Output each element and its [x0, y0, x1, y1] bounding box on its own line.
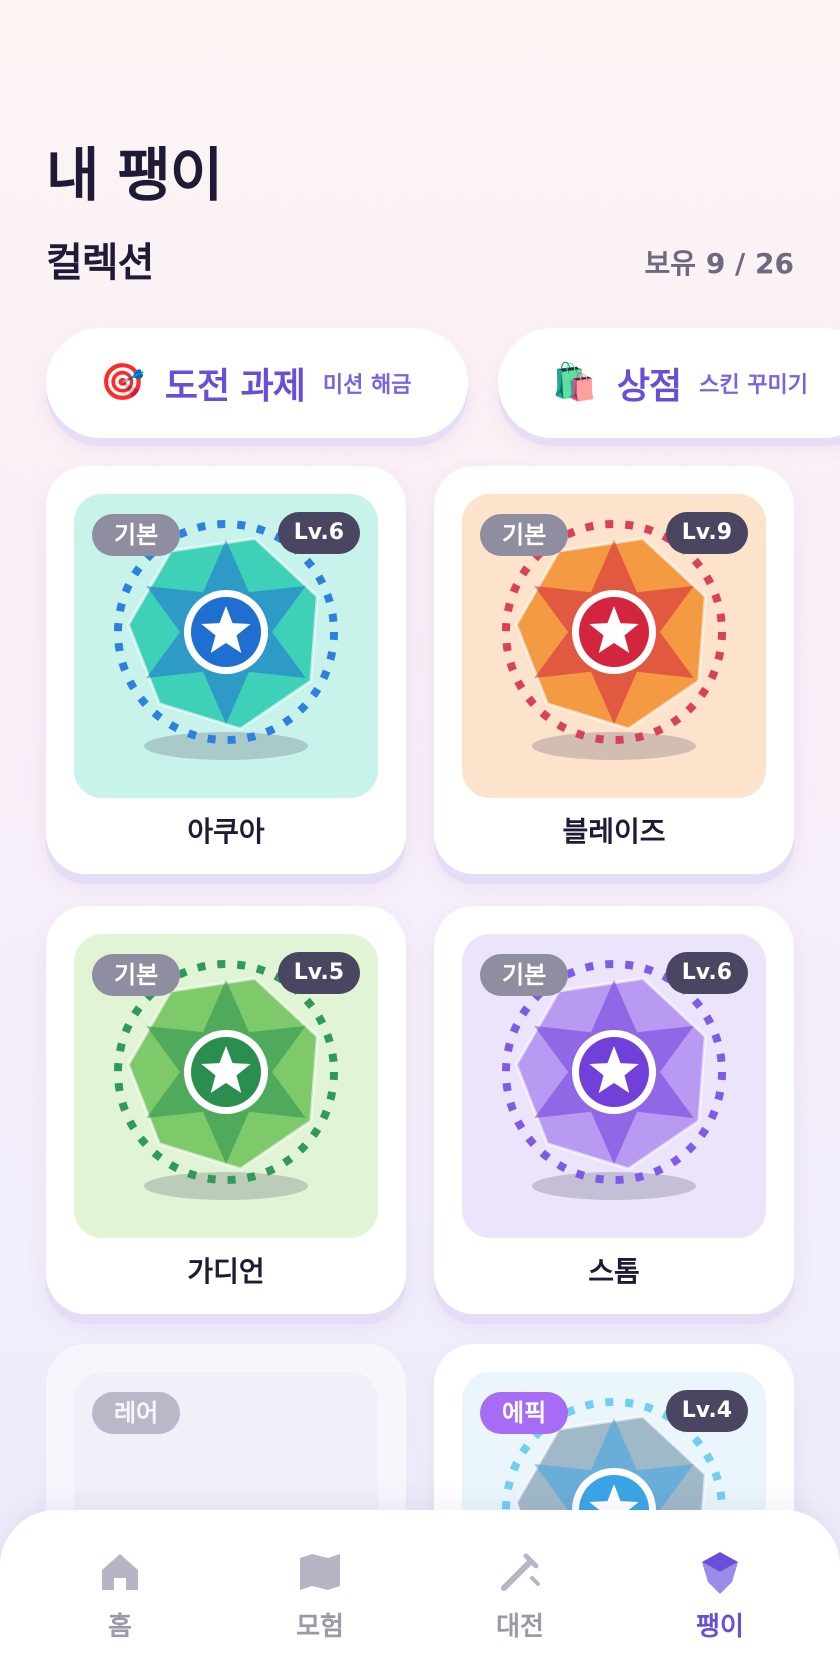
nav-home[interactable]: 홈 [60, 1548, 180, 1643]
owned-count: 보유 9 / 26 [644, 247, 794, 280]
level-badge: Lv.6 [665, 952, 748, 994]
level-badge: Lv.4 [665, 1390, 748, 1432]
nav-label: 모험 [296, 1612, 344, 1642]
nav-label: 홈 [108, 1612, 132, 1642]
shop-title: 상점 [616, 366, 682, 407]
grade-badge: 기본 [92, 954, 181, 996]
level-badge: Lv.6 [277, 512, 360, 554]
grade-badge: 기본 [92, 514, 181, 556]
grade-badge: 기본 [480, 514, 569, 556]
card-guardian[interactable]: 기본 Lv.5 가디언 [46, 906, 406, 1314]
collection-title: 컬렉션 [46, 240, 154, 286]
grade-badge: 에픽 [480, 1392, 569, 1434]
bottom-nav: 홈 모험 대전 팽이 [0, 1510, 840, 1680]
battle-icon [501, 1553, 540, 1591]
card-aqua[interactable]: 기본 Lv.6 아쿠아 [46, 466, 406, 874]
top-name: 가디언 [187, 1255, 265, 1288]
top-name: 블레이즈 [562, 815, 666, 848]
shopping-bags-icon: 🛍️ [552, 362, 597, 403]
nav-battle[interactable]: 대전 [460, 1548, 580, 1643]
card-storm[interactable]: 기본 Lv.6 스톰 [434, 906, 794, 1314]
nav-adventure[interactable]: 모험 [260, 1548, 380, 1643]
shadow [532, 1172, 696, 1200]
target-icon: 🎯 [100, 362, 145, 403]
challenge-title: 도전 과제 [164, 366, 306, 407]
map-icon [300, 1554, 340, 1590]
shadow [144, 732, 308, 760]
challenge-subtitle: 미션 해금 [322, 373, 412, 398]
card-blaze[interactable]: 기본 Lv.9 블레이즈 [434, 466, 794, 874]
level-badge: Lv.5 [277, 952, 360, 994]
challenge-button[interactable]: 🎯 도전 과제 미션 해금 [46, 328, 468, 438]
top-name: 아쿠아 [187, 815, 265, 848]
nav-label: 대전 [496, 1612, 544, 1642]
shop-button[interactable]: 🛍️ 상점 스킨 꾸미기 [498, 328, 840, 438]
nav-tops[interactable]: 팽이 [660, 1548, 780, 1643]
top-name: 스톰 [588, 1255, 640, 1288]
grade-badge: 레어 [92, 1392, 181, 1434]
nav-label: 팽이 [696, 1612, 744, 1642]
level-badge: Lv.9 [665, 512, 748, 554]
grade-badge: 기본 [480, 954, 569, 996]
shop-subtitle: 스킨 꾸미기 [699, 373, 808, 398]
shadow [144, 1172, 308, 1200]
shadow [532, 732, 696, 760]
top-icon [702, 1552, 738, 1594]
home-icon [102, 1554, 138, 1590]
page-title: 내 팽이 [46, 141, 223, 209]
